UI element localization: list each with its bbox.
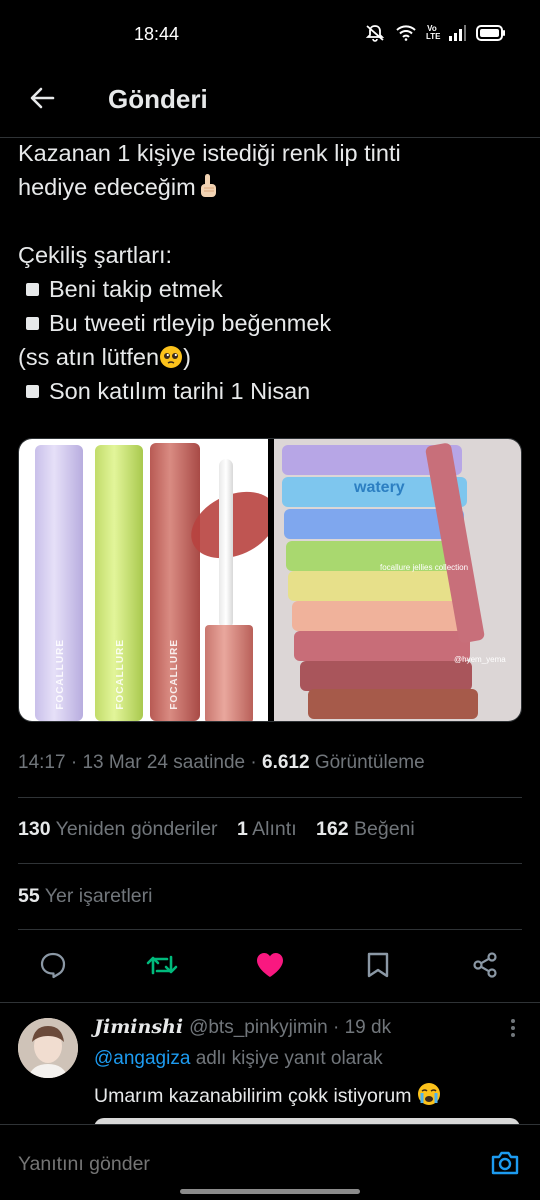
collection-label: focallure jellies collection — [380, 563, 469, 572]
likes-stat[interactable]: 162 Beğeni — [316, 818, 415, 840]
watermark-label: @hyem_yema — [454, 655, 506, 664]
reply-author-name[interactable]: Jiminshi — [94, 1016, 183, 1038]
retweet-icon — [146, 951, 178, 984]
replying-to: @angagiza adlı kişiye yanıt olarak — [94, 1048, 383, 1069]
bookmarks-stat[interactable]: 55 Yer işaretleri — [18, 885, 152, 908]
more-button[interactable] — [510, 1018, 516, 1043]
view-count: 6.612 — [262, 752, 310, 773]
reply-icon — [39, 951, 67, 984]
quotes-stat[interactable]: 1 Alıntı — [237, 818, 297, 840]
back-button[interactable] — [22, 80, 62, 120]
brand-label: FOCALLURE — [115, 639, 126, 710]
bookmark-button[interactable] — [362, 951, 394, 983]
tweet-bullet: Bu tweeti rtleyip beğenmek — [18, 306, 523, 340]
tweet-text: Kazanan 1 kişiye istediği renk lip tinti… — [18, 136, 523, 408]
divider — [18, 797, 522, 798]
divider — [0, 1002, 540, 1003]
tweet-stats: 130 Yeniden gönderiler 1 Alıntı 162 Beğe… — [18, 818, 429, 841]
view-label[interactable]: Görüntüleme — [315, 752, 425, 773]
tweet-date: 13 Mar 24 saatinde — [82, 752, 246, 773]
tweet-time: 14:17 — [18, 752, 66, 773]
bullet-square-icon — [26, 283, 39, 296]
bookmark-icon — [366, 951, 390, 984]
divider — [18, 863, 522, 864]
brand-label: FOCALLURE — [169, 639, 180, 710]
page-title: Gönderi — [108, 84, 208, 114]
heart-icon — [255, 951, 285, 984]
avatar[interactable] — [18, 1018, 78, 1078]
action-bar — [0, 945, 540, 989]
camera-button[interactable] — [490, 1149, 520, 1182]
bullet-square-icon — [26, 317, 39, 330]
retweet-button[interactable] — [146, 951, 178, 983]
battery-icon — [476, 25, 506, 41]
media-image-left[interactable]: FOCALLURE FOCALLURE FOCALLURE — [19, 439, 268, 721]
reply-header: Jiminshi @bts_pinkyjimin · 19 dk — [94, 1016, 392, 1038]
arrow-left-icon — [29, 86, 55, 115]
brand-label: FOCALLURE — [55, 639, 66, 710]
share-icon — [471, 951, 499, 984]
top-bar: Gönderi — [0, 70, 540, 138]
reply-body: Umarım kazanabilirim çokk istiyorum — [94, 1082, 441, 1112]
tweet-bullet: Beni takip etmek — [18, 272, 523, 306]
more-vertical-icon — [510, 1019, 516, 1042]
camera-icon — [490, 1151, 520, 1181]
share-button[interactable] — [469, 951, 501, 983]
status-bar: 18:44 Vo LTE — [0, 0, 540, 70]
crying-face-emoji-icon — [417, 1082, 441, 1112]
wifi-icon — [396, 25, 416, 41]
tweet-line: hediye edeceğim — [18, 170, 523, 204]
retweets-stat[interactable]: 130 Yeniden gönderiler — [18, 818, 218, 840]
divider — [18, 929, 522, 930]
media-image-right[interactable]: watery focallure jellies collection @hye… — [274, 439, 521, 721]
tweet-line: Çekiliş şartları: — [18, 242, 173, 268]
reply-tweet[interactable]: Jiminshi @bts_pinkyjimin · 19 dk @angagiz… — [0, 1004, 540, 1128]
tweet-line: Kazanan 1 kişiye istediği renk lip tinti — [18, 140, 401, 166]
watery-label: watery — [354, 479, 405, 496]
pointing-up-emoji-icon — [196, 173, 220, 208]
mute-icon — [364, 24, 386, 42]
signal-icon — [448, 25, 466, 41]
reply-button[interactable] — [37, 951, 69, 983]
pleading-face-emoji-icon — [159, 344, 183, 378]
tweet-line: (ss atın lütfen) — [18, 340, 523, 374]
reply-handle[interactable]: @bts_pinkyjimin — [189, 1017, 328, 1038]
reply-age: 19 dk — [344, 1017, 392, 1038]
status-icons: Vo LTE — [364, 24, 506, 42]
tweet-bullet: Son katılım tarihi 1 Nisan — [18, 374, 523, 408]
mention-link[interactable]: @angagiza — [94, 1048, 190, 1069]
tweet-media[interactable]: FOCALLURE FOCALLURE FOCALLURE watery foc… — [18, 438, 522, 722]
home-indicator[interactable] — [180, 1189, 360, 1194]
reply-input[interactable] — [18, 1153, 438, 1176]
tweet-meta: 14:17 · 13 Mar 24 saatinde · 6.612 Görün… — [18, 752, 425, 773]
bullet-square-icon — [26, 385, 39, 398]
status-time: 18:44 — [134, 24, 180, 44]
volte-icon: Vo LTE — [426, 24, 441, 41]
reply-composer — [0, 1124, 540, 1200]
like-button[interactable] — [254, 951, 286, 983]
